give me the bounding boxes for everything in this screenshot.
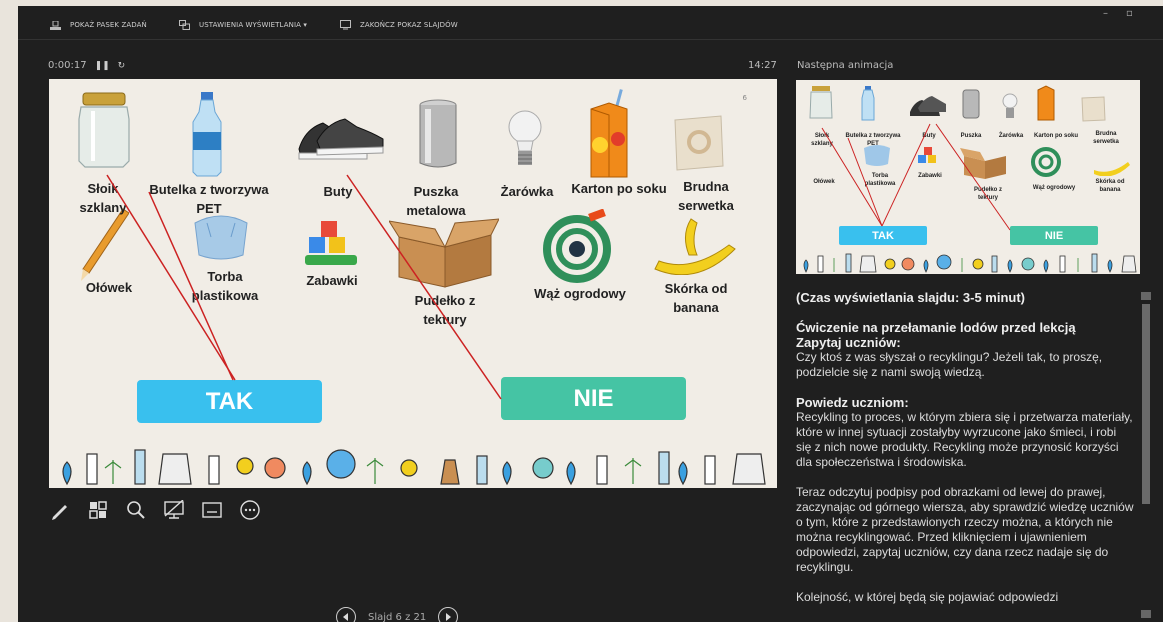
zoom-button[interactable] [124, 498, 148, 522]
garden-hose-icon [543, 209, 611, 283]
restore-button[interactable]: ▫ [1126, 8, 1133, 19]
pen-tool-button[interactable] [48, 498, 72, 522]
clock: 14:27 [748, 60, 777, 71]
label-cardboard-box: Pudełko z tektury [414, 293, 476, 327]
presenter-view: POKAŻ PASEK ZADAŃ USTAWIENIA WYŚWIETLANI… [18, 6, 1163, 622]
notes-tell-text: Recykling to proces, w którym zbiera się… [796, 410, 1133, 469]
label-banana-peel: Skórka od banana [664, 281, 728, 315]
label-light-bulb: Żarówka [500, 184, 554, 199]
see-all-slides-button[interactable] [86, 498, 110, 522]
more-icon [240, 500, 260, 520]
previous-slide-button[interactable] [336, 607, 356, 622]
subtitles-button[interactable] [200, 498, 224, 522]
pencil-icon [81, 208, 129, 281]
label-juice-carton: Karton po soku [571, 181, 667, 196]
pause-icon[interactable]: ❚❚ [95, 61, 110, 71]
preview-answer-lines [821, 123, 1011, 231]
label-metal-can: Puszka metalowa [406, 184, 466, 218]
notes-heading-ask: Zapytaj uczniów: [796, 335, 901, 350]
restart-icon[interactable]: ↻ [118, 61, 126, 71]
show-taskbar-label: POKAŻ PASEK ZADAŃ [70, 21, 147, 29]
label-plastic-bag: Torba plastikowa [191, 269, 259, 303]
next-slide-button[interactable] [438, 607, 459, 622]
no-button[interactable]: NIE [501, 377, 686, 420]
notes-heading-tell: Powiedz uczniom: [796, 395, 909, 410]
slide-counter: Slajd 6 z 21 [368, 611, 427, 622]
preview-decor-strip [803, 253, 1137, 273]
dirty-napkin-icon [674, 115, 724, 171]
label-toys: Zabawki [306, 273, 358, 288]
pet-bottle-icon [192, 92, 222, 177]
slide-navigation: Slajd 6 z 21 [336, 607, 459, 622]
next-animation-label: Następna animacja [797, 60, 894, 71]
magnifier-icon [127, 501, 145, 519]
label-pet-bottle: Butelka z tworzywa PET [149, 182, 269, 216]
juice-carton-icon [590, 89, 628, 178]
light-bulb-icon [508, 110, 542, 165]
notes-scrollbar[interactable] [1140, 292, 1152, 618]
presenter-tools [48, 497, 262, 523]
display-settings-icon [179, 20, 190, 30]
end-slideshow-label: ZAKOŃCZ POKAZ SLAJDÓW [360, 21, 458, 29]
show-taskbar-button[interactable]: POKAŻ PASEK ZADAŃ [50, 18, 147, 32]
notes-heading-icebreaker: Ćwiczenie na przełamanie lodów przed lek… [796, 320, 1076, 335]
label-glass-jar: Słoik szklany [79, 181, 127, 215]
slide-number: 6 [742, 94, 747, 102]
presenter-toolbar: POKAŻ PASEK ZADAŃ USTAWIENIA WYŚWIETLANI… [18, 6, 1163, 40]
display-settings-button[interactable]: USTAWIENIA WYŚWIETLANIA ▾ [179, 18, 307, 32]
slides-grid-icon [89, 501, 107, 519]
shoes-icon [298, 118, 384, 160]
minimize-button[interactable]: – [1103, 8, 1108, 19]
scroll-up-arrow[interactable] [1141, 292, 1151, 300]
display-settings-label: USTAWIENIA WYŚWIETLANIA ▾ [199, 21, 307, 29]
black-screen-button[interactable] [162, 498, 186, 522]
scroll-thumb[interactable] [1142, 304, 1150, 504]
yes-button[interactable]: TAK [137, 380, 322, 423]
current-slide[interactable]: 6 Słoik szklany Butelka z tworzywa PET B… [49, 79, 777, 488]
subtitles-icon [202, 502, 222, 518]
right-arrow-icon [446, 613, 452, 621]
timer: 0:00:17 ❚❚ ↻ [48, 60, 125, 71]
toys-icon [305, 221, 357, 265]
notes-duration: (Czas wyświetlania slajdu: 3-5 minut) [796, 290, 1025, 305]
notes-ask-text: Czy ktoś z was słyszał o recyklingu? Jeż… [796, 350, 1103, 379]
scroll-down-arrow[interactable] [1141, 610, 1151, 618]
notes-order: Kolejność, w której będą się pojawiać od… [796, 590, 1059, 604]
label-garden-hose: Wąż ogrodowy [534, 286, 626, 301]
elapsed-time: 0:00:17 [48, 60, 87, 71]
pen-icon [52, 505, 67, 520]
banana-peel-icon [654, 218, 736, 275]
label-shoes: Buty [323, 184, 353, 199]
notes-instructions: Teraz odczytuj podpisy pod obrazkami od … [796, 485, 1134, 574]
next-slide-preview[interactable]: Słoik szklany Butelka z tworzywa PET But… [796, 80, 1140, 274]
label-dirty-napkin: Brudna serwetka [678, 179, 734, 213]
left-arrow-icon [343, 613, 348, 621]
recycling-decor-strip [62, 449, 766, 486]
end-slideshow-button[interactable]: ZAKOŃCZ POKAZ SLAJDÓW [340, 18, 458, 32]
taskbar-icon [50, 20, 61, 30]
glass-jar-icon [78, 92, 130, 168]
more-options-button[interactable] [238, 498, 262, 522]
end-show-icon [340, 20, 351, 30]
screen-off-icon [164, 500, 184, 519]
speaker-notes[interactable]: (Czas wyświetlania slajdu: 3-5 minut) Ćw… [796, 290, 1134, 622]
metal-can-icon [419, 99, 457, 168]
label-pencil: Ołówek [85, 280, 133, 295]
